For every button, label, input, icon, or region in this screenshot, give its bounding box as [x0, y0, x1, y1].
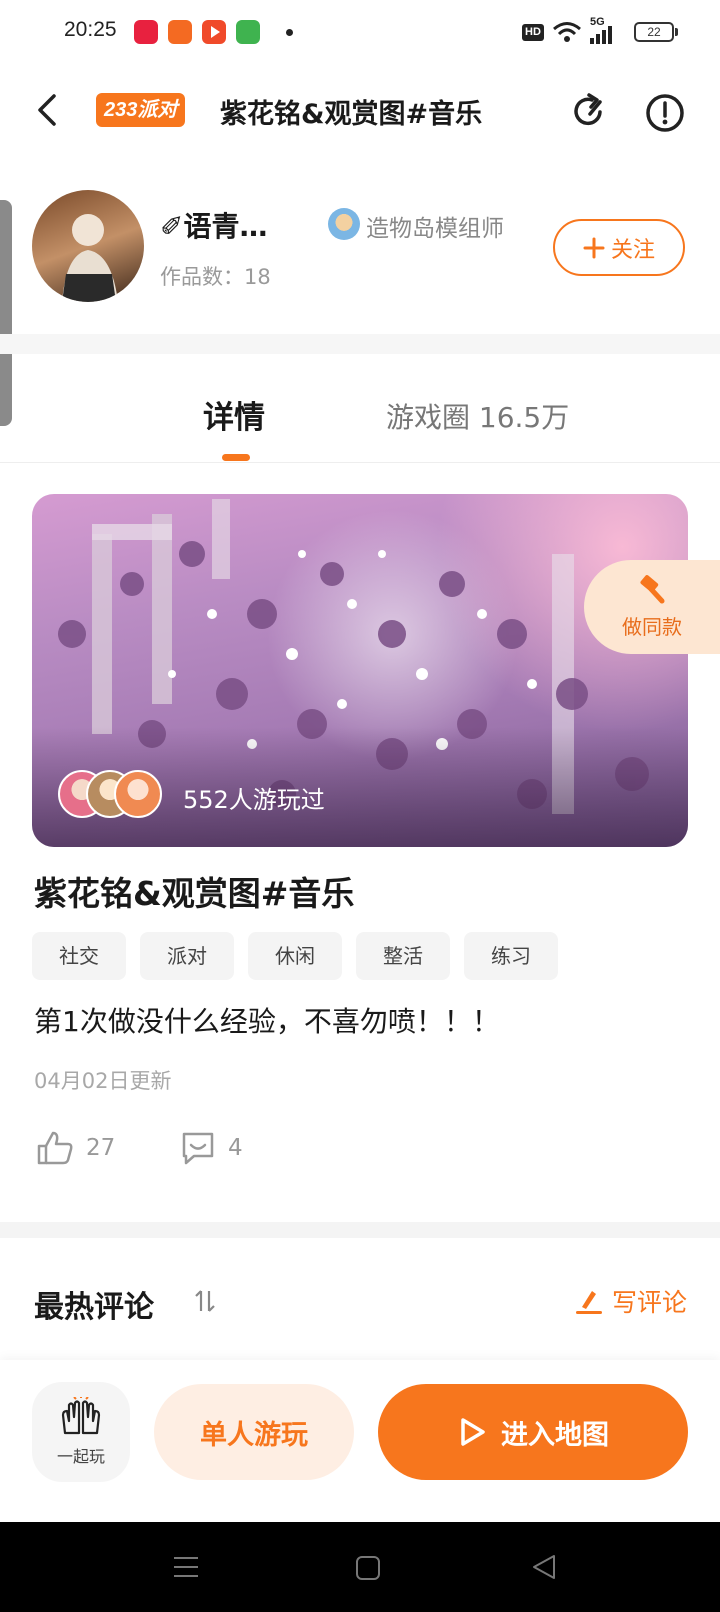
battery-level: 22: [647, 25, 661, 39]
comment-count: 4: [228, 1135, 243, 1161]
tab-game-circle[interactable]: 游戏圈 16.5万: [386, 396, 569, 436]
notification-app-icon: [168, 20, 192, 44]
works-count: 作品数：18: [160, 265, 271, 289]
more-notifications-dot: [286, 29, 293, 36]
tag-prank[interactable]: 整活: [356, 932, 450, 980]
notification-app-icon: [134, 20, 158, 44]
game-description: 第1次做没什么经验，不喜勿喷！！！: [34, 1005, 500, 1038]
back-icon[interactable]: [32, 92, 62, 128]
notification-app-icon: [236, 20, 260, 44]
sort-icon[interactable]: [194, 1288, 216, 1314]
comment-button[interactable]: 4: [180, 1130, 243, 1166]
tag-party[interactable]: 派对: [140, 932, 234, 980]
role-badge-icon: [328, 208, 360, 240]
remix-button[interactable]: 做同款: [584, 560, 720, 654]
like-count: 27: [86, 1135, 116, 1161]
hammer-icon: [640, 574, 665, 603]
tab-detail[interactable]: 详情: [203, 392, 265, 437]
system-navigation-bar: [0, 1522, 720, 1612]
player-avatar: [114, 770, 162, 818]
update-date: 04月02日更新: [34, 1069, 172, 1093]
play-icon: [461, 1418, 485, 1446]
battery-icon: 22: [634, 22, 674, 42]
back-nav-icon[interactable]: [530, 1552, 558, 1582]
comment-icon: [182, 1132, 214, 1165]
play-together-label: 一起玩: [56, 1447, 105, 1466]
section-divider: [0, 334, 720, 354]
home-icon[interactable]: [354, 1554, 382, 1582]
plus-icon: [583, 237, 605, 258]
enter-map-button[interactable]: 进入地图: [378, 1384, 688, 1480]
status-bar: 20:25 HD 5G 22: [0, 0, 720, 66]
side-drawer-handle[interactable]: [0, 200, 12, 426]
creator-name[interactable]: ✐语青…: [160, 205, 267, 245]
high-five-icon: [61, 1397, 101, 1435]
write-comment-button[interactable]: 写评论: [574, 1283, 687, 1319]
status-time: 20:25: [64, 18, 117, 41]
single-play-button[interactable]: 单人游玩: [154, 1384, 354, 1480]
report-icon[interactable]: [645, 93, 685, 133]
remix-label: 做同款: [622, 614, 682, 639]
play-together-button[interactable]: 一起玩: [32, 1382, 130, 1482]
follow-label: 关注: [610, 237, 655, 263]
share-icon[interactable]: [570, 92, 610, 132]
creator-avatar[interactable]: [32, 190, 144, 302]
players-count: 552人游玩过: [183, 786, 325, 814]
like-button[interactable]: 27: [36, 1130, 115, 1166]
write-comment-label: 写评论: [612, 1288, 688, 1317]
tab-divider: [0, 462, 720, 463]
page-title: 紫花铭&观赏图#音乐: [220, 99, 483, 130]
section-divider: [0, 1222, 720, 1238]
menu-icon[interactable]: [172, 1554, 200, 1580]
active-tab-indicator: [222, 454, 250, 461]
follow-button[interactable]: 关注: [553, 219, 685, 276]
pen-icon: [576, 1291, 602, 1314]
tag-practice[interactable]: 练习: [464, 932, 558, 980]
enter-map-label: 进入地图: [501, 1419, 609, 1451]
thumbs-up-icon: [37, 1131, 73, 1165]
tag-casual[interactable]: 休闲: [248, 932, 342, 980]
video-app-icon: [202, 20, 226, 44]
tag-social[interactable]: 社交: [32, 932, 126, 980]
game-title: 紫花铭&观赏图#音乐: [34, 874, 355, 913]
platform-badge: 233派对: [96, 93, 186, 127]
creator-role: 造物岛模组师: [366, 216, 504, 242]
signal-icon: [590, 26, 612, 44]
wifi-icon: [553, 22, 581, 42]
battery-tip: [675, 28, 678, 36]
hot-comments-title: 最热评论: [34, 1290, 154, 1325]
hd-indicator: HD: [522, 24, 544, 41]
